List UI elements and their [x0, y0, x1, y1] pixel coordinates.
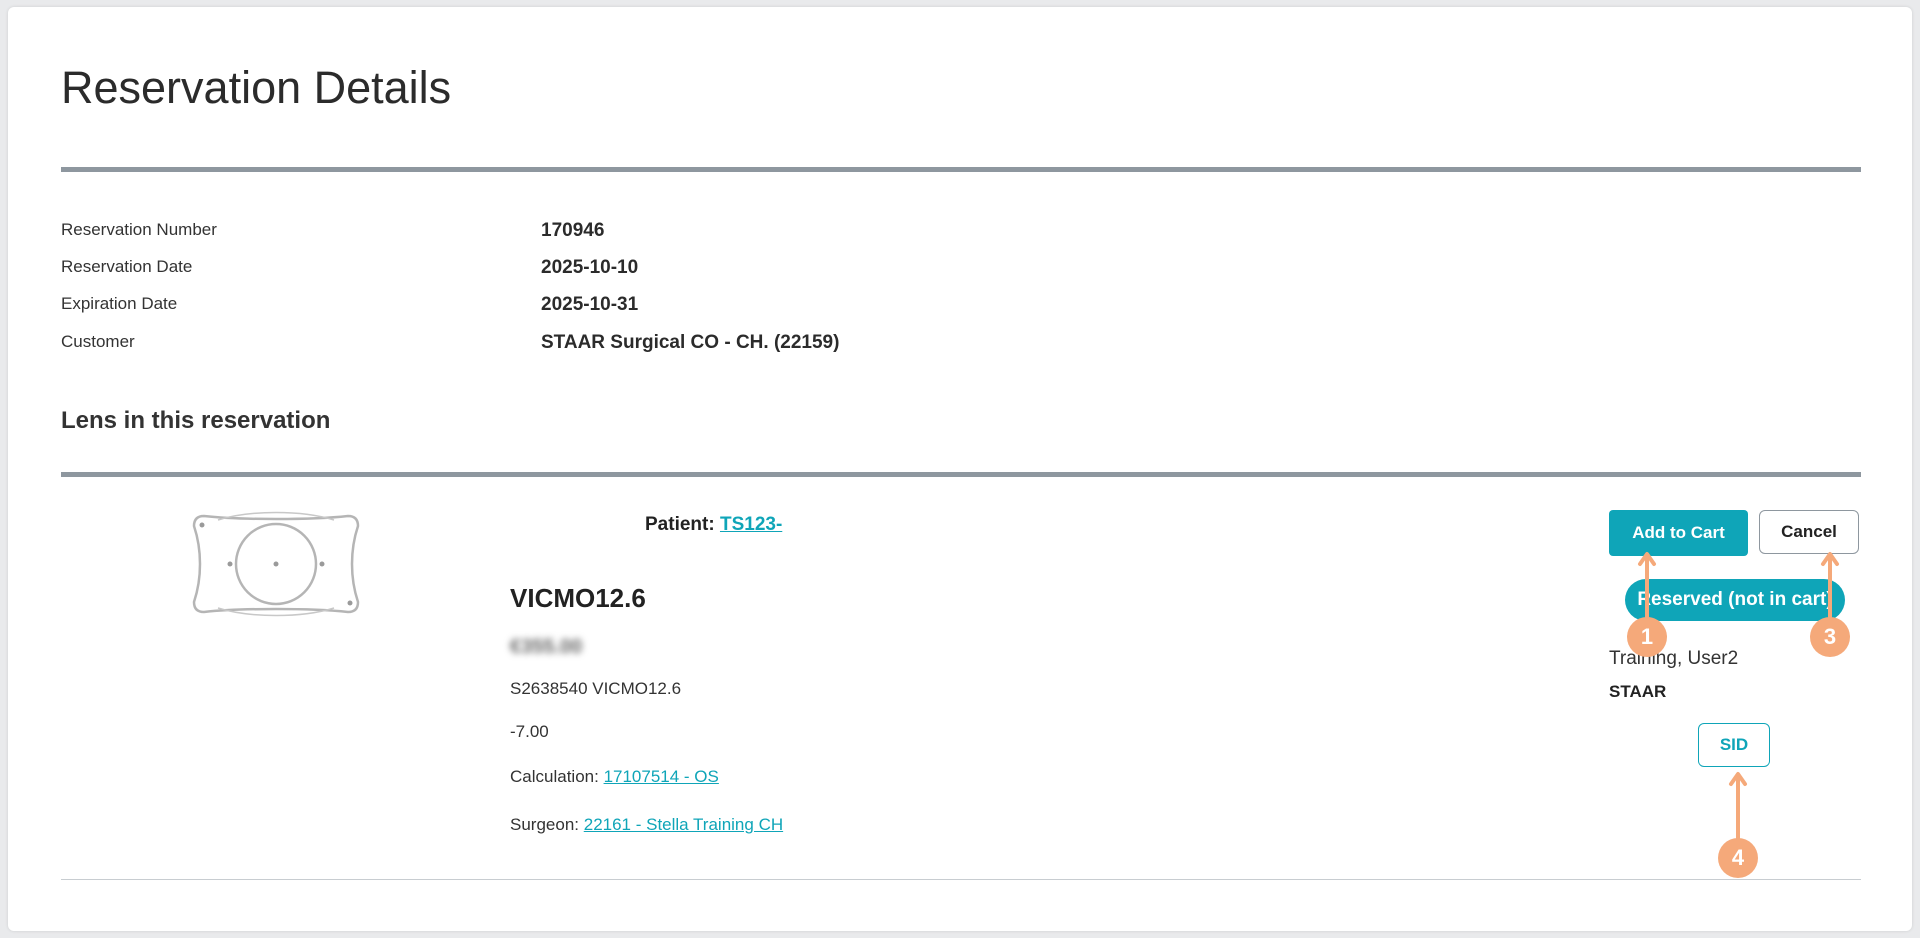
page-title: Reservation Details: [61, 62, 452, 113]
product-price: €355.00: [510, 636, 583, 658]
lens-image: [192, 511, 360, 617]
surgeon-link[interactable]: 22161 - Stella Training CH: [584, 815, 783, 834]
surgeon-line: Surgeon: 22161 - Stella Training CH: [510, 815, 783, 835]
title-divider: [61, 167, 1861, 172]
patient-link[interactable]: TS123-: [720, 514, 782, 535]
company-name: STAAR: [1609, 682, 1667, 701]
lens-section-title: Lens in this reservation: [61, 407, 331, 434]
cancel-button[interactable]: Cancel: [1759, 510, 1859, 554]
calculation-label: Calculation:: [510, 767, 599, 786]
calculation-line: Calculation: 17107514 - OS: [510, 767, 719, 787]
status-badge: Reserved (not in cart): [1625, 579, 1845, 621]
product-name: VICMO12.6: [510, 583, 646, 613]
reserved-by-user: Training, User2: [1609, 648, 1739, 669]
calculation-link[interactable]: 17107514 - OS: [604, 767, 719, 786]
customer-value: STAAR Surgical CO - CH. (22159): [541, 332, 840, 353]
reservation-date-value: 2025-10-10: [541, 257, 639, 278]
annotation-marker-1: 1: [1627, 617, 1667, 657]
customer-label: Customer: [61, 332, 135, 351]
reservation-date-label: Reservation Date: [61, 257, 193, 276]
lens-power: -7.00: [510, 722, 549, 741]
annotation-marker-3: 3: [1810, 617, 1850, 657]
patient-label: Patient:: [645, 514, 715, 535]
reservation-card: [8, 7, 1912, 931]
sid-button[interactable]: SID: [1698, 723, 1770, 767]
add-to-cart-button[interactable]: Add to Cart: [1609, 510, 1748, 556]
surgeon-label: Surgeon:: [510, 815, 579, 834]
lens-section-divider: [61, 472, 1861, 477]
expiration-date-value: 2025-10-31: [541, 294, 639, 315]
expiration-date-label: Expiration Date: [61, 294, 178, 313]
annotation-marker-4: 4: [1718, 838, 1758, 878]
reservation-number-label: Reservation Number: [61, 220, 217, 239]
serial-number: S2638540 VICMO12.6: [510, 679, 682, 698]
patient-line: Patient: TS123-: [645, 514, 782, 536]
reservation-number-value: 170946: [541, 220, 605, 241]
bottom-divider: [61, 879, 1861, 880]
